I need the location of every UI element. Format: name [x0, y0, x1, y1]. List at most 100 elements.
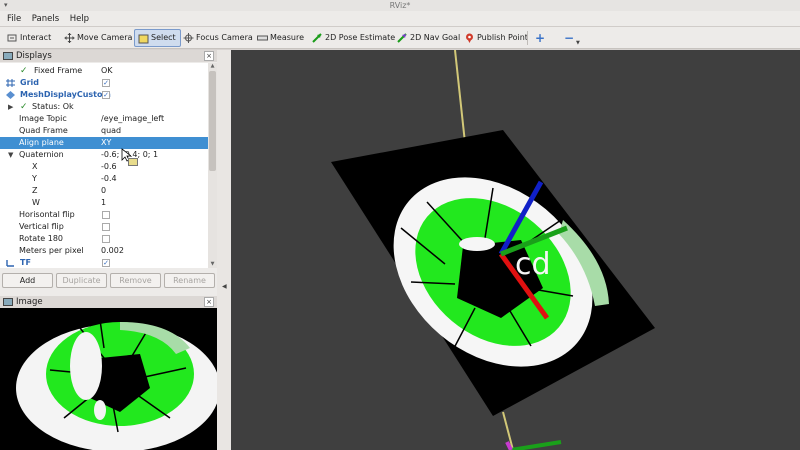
row-value: 0.002	[101, 246, 124, 255]
tree-row-horizontal-flip[interactable]: Horisontal flip ✓	[0, 209, 208, 221]
tree-row-mesh-display[interactable]: MeshDisplayCustom ✓	[0, 89, 208, 101]
vertical-flip-checkbox[interactable]: ✓	[102, 223, 110, 231]
row-value: 0	[101, 186, 107, 195]
remove-button[interactable]: Remove	[110, 273, 161, 288]
menu-file[interactable]: File	[3, 11, 25, 27]
tree-row-quad-frame[interactable]: Quad Frame quad	[0, 125, 208, 137]
tree-row-fixed-frame[interactable]: ✓ Fixed Frame OK	[0, 65, 208, 77]
pose-estimate-label: 2D Pose Estimate	[325, 33, 396, 42]
row-key: TF	[20, 258, 31, 267]
tree-row-y[interactable]: Y -0.4	[0, 173, 208, 185]
quad-eye-highlight	[459, 237, 495, 251]
row-key: Rotate 180	[19, 234, 64, 243]
pose-estimate-tool[interactable]: 2D Pose Estimate	[309, 29, 399, 47]
row-value: -0.4	[101, 174, 117, 183]
tree-row-image-topic[interactable]: Image Topic /eye_image_left	[0, 113, 208, 125]
eye-highlight-small	[94, 400, 106, 420]
focus-camera-icon	[183, 33, 194, 43]
eye-highlight	[70, 332, 102, 400]
scroll-down-icon[interactable]: ▼	[209, 261, 216, 268]
move-camera-label: Move Camera	[77, 33, 133, 42]
tree-row-w[interactable]: W 1	[0, 197, 208, 209]
close-icon[interactable]: ×	[204, 297, 214, 307]
remove-tool-dropdown-icon[interactable]: ▼	[576, 40, 580, 46]
row-key: Image Topic	[19, 114, 67, 123]
eye-image	[0, 308, 217, 450]
tree-row-align-plane[interactable]: Align plane XY	[0, 137, 208, 149]
row-key: Align plane	[19, 138, 64, 147]
ok-check-icon: ✓	[20, 66, 28, 76]
move-camera-tool[interactable]: Move Camera	[61, 29, 136, 47]
row-key: Z	[32, 186, 38, 195]
tree-row-status[interactable]: ▶ ✓ Status: Ok	[0, 101, 208, 113]
rename-button[interactable]: Rename	[164, 273, 215, 288]
interact-tool[interactable]: Interact	[4, 29, 55, 47]
row-key: Vertical flip	[19, 222, 64, 231]
add-tool-button[interactable]: +	[531, 29, 549, 47]
row-key: Meters per pixel	[19, 246, 84, 255]
measure-label: Measure	[270, 33, 304, 42]
displays-panel-title: Displays	[16, 51, 52, 61]
displays-panel-header: Displays ×	[0, 50, 217, 62]
image-view	[0, 308, 217, 450]
row-key: Y	[32, 174, 37, 183]
nav-goal-tool[interactable]: 2D Nav Goal	[394, 29, 464, 47]
collapse-arrow-icon[interactable]: ▼	[8, 149, 13, 161]
focus-camera-tool[interactable]: Focus Camera	[180, 29, 257, 47]
expand-arrow-icon[interactable]: ▶	[8, 101, 13, 113]
row-value: OK	[101, 66, 113, 75]
displays-tree: ✓ Fixed Frame OK Grid ✓ MeshDisplayCusto…	[0, 63, 208, 268]
purple-arrow-icon	[397, 33, 407, 43]
window-title: RViz*	[389, 1, 411, 10]
tree-row-vertical-flip[interactable]: Vertical flip ✓	[0, 221, 208, 233]
grid-checkbox[interactable]: ✓	[102, 79, 110, 87]
interact-label: Interact	[20, 33, 52, 42]
row-key: Quaternion	[19, 150, 64, 159]
duplicate-button[interactable]: Duplicate	[56, 273, 107, 288]
move-camera-icon	[64, 33, 75, 43]
image-icon	[3, 298, 13, 306]
scroll-up-icon[interactable]: ▲	[209, 63, 216, 70]
displays-button-row: Add Duplicate Remove Rename	[0, 272, 217, 290]
panel-splitter[interactable]: ◀	[217, 50, 231, 450]
ruler-icon	[257, 35, 268, 41]
select-tool[interactable]: Select	[134, 29, 181, 47]
collapse-left-icon[interactable]: ◀	[222, 283, 227, 290]
row-value: /eye_image_left	[101, 114, 165, 123]
row-value: XY	[101, 138, 112, 147]
mesh-display-checkbox[interactable]: ✓	[102, 91, 110, 99]
menu-panels[interactable]: Panels	[28, 11, 63, 27]
tree-row-z[interactable]: Z 0	[0, 185, 208, 197]
publish-point-tool[interactable]: Publish Point	[461, 29, 532, 47]
tree-row-rotate-180[interactable]: Rotate 180 ✓	[0, 233, 208, 245]
tree-row-grid[interactable]: Grid ✓	[0, 77, 208, 89]
close-icon[interactable]: ×	[204, 51, 214, 61]
render-view-3d[interactable]: cd	[231, 50, 800, 450]
menu-help[interactable]: Help	[66, 11, 93, 27]
interact-icon	[7, 34, 17, 42]
grid-icon	[6, 79, 15, 87]
color-swatch	[128, 158, 138, 166]
nav-goal-label: 2D Nav Goal	[410, 33, 461, 42]
horizontal-flip-checkbox[interactable]: ✓	[102, 211, 110, 219]
monitor-icon	[3, 52, 13, 60]
row-key: Grid	[20, 78, 39, 87]
toolbar-separator	[527, 31, 528, 45]
tree-row-quaternion[interactable]: ▼ Quaternion -0.6; -0.4; 0; 1	[0, 149, 208, 161]
row-value: -0.6	[101, 162, 117, 171]
row-value: quad	[101, 126, 122, 135]
tree-row-tf[interactable]: TF ✓	[0, 257, 208, 268]
tree-row-meters-per-pixel[interactable]: Meters per pixel 0.002	[0, 245, 208, 257]
tf-checkbox[interactable]: ✓	[102, 259, 110, 267]
measure-tool[interactable]: Measure	[254, 29, 308, 47]
green-arrow-icon	[312, 33, 322, 43]
focus-camera-label: Focus Camera	[196, 33, 253, 42]
row-key: Quad Frame	[19, 126, 68, 135]
add-button[interactable]: Add	[2, 273, 53, 288]
select-icon	[138, 34, 149, 44]
image-panel-header: Image ×	[0, 296, 217, 308]
scrollbar-thumb[interactable]	[209, 71, 216, 171]
rotate-180-checkbox[interactable]: ✓	[102, 235, 110, 243]
displays-scrollbar[interactable]: ▲ ▼	[208, 63, 217, 268]
tree-row-x[interactable]: X -0.6	[0, 161, 208, 173]
